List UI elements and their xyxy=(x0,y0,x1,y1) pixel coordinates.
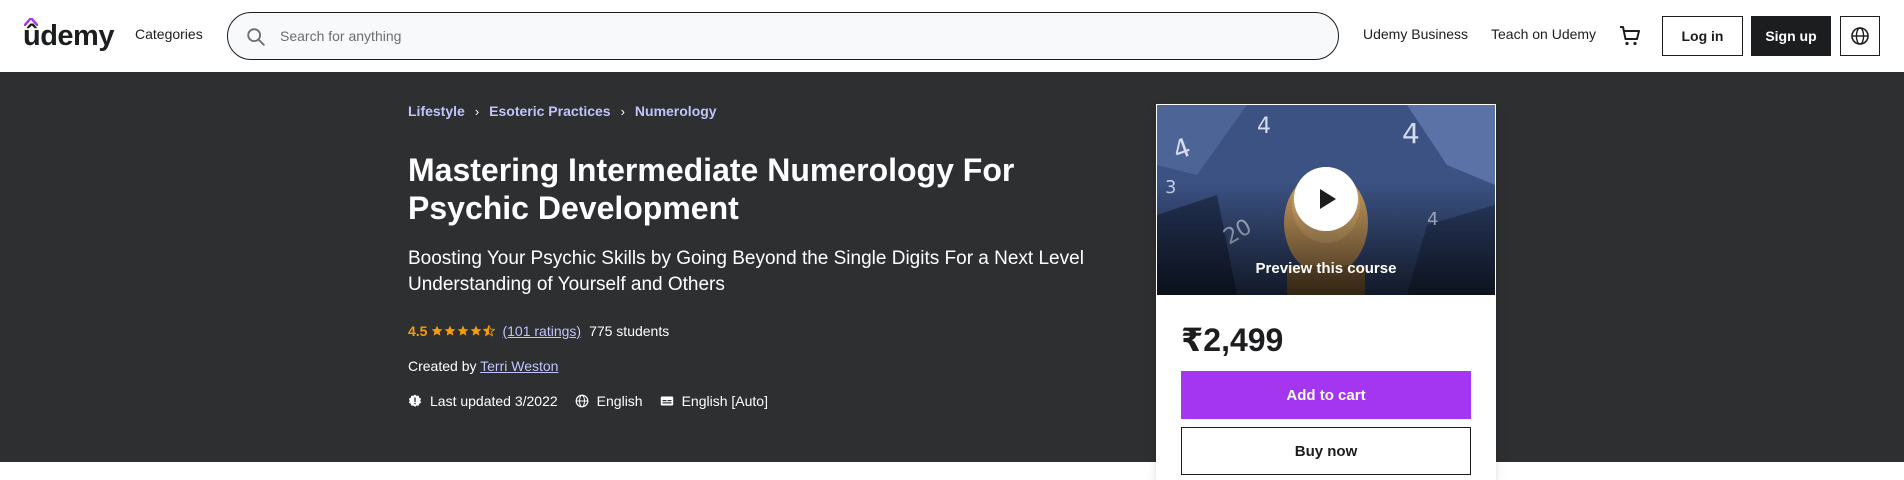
search-bar xyxy=(227,12,1339,60)
udemy-logo[interactable]: ûdemy xyxy=(23,18,114,54)
star-icon xyxy=(445,325,456,336)
chevron-right-icon: › xyxy=(620,103,625,119)
language-text: English xyxy=(596,393,643,409)
globe-icon xyxy=(1851,27,1869,45)
login-button[interactable]: Log in xyxy=(1662,16,1743,56)
buy-now-button[interactable]: Buy now xyxy=(1181,427,1471,475)
play-icon xyxy=(1320,189,1336,209)
half-star-icon xyxy=(483,325,496,337)
purchase-card: 4 4 4 3 20 4 Preview this course ₹2,499 … xyxy=(1156,104,1496,480)
preview-label: Preview this course xyxy=(1255,260,1397,277)
course-meta-row: Last updated 3/2022 English English [Aut… xyxy=(408,393,785,409)
created-by: Created by Terri Weston xyxy=(408,358,558,374)
signup-button[interactable]: Sign up xyxy=(1751,16,1831,56)
categories-menu[interactable]: Categories xyxy=(135,26,203,42)
star-icon xyxy=(432,325,443,336)
breadcrumb: Lifestyle › Esoteric Practices › Numerol… xyxy=(408,103,717,119)
ratings-count-link[interactable]: (101 ratings) xyxy=(502,323,581,339)
teach-on-udemy-link[interactable]: Teach on Udemy xyxy=(1491,26,1596,42)
play-button[interactable] xyxy=(1294,167,1358,231)
closed-captions-icon xyxy=(660,396,673,406)
add-to-cart-button[interactable]: Add to cart xyxy=(1181,371,1471,419)
captions-text: English [Auto] xyxy=(681,393,768,409)
alert-badge-icon xyxy=(408,394,422,407)
course-subtitle: Boosting Your Psychic Skills by Going Be… xyxy=(408,248,1084,295)
top-navbar: ûdemy Categories Udemy Business Teach on… xyxy=(0,0,1904,72)
chevron-right-icon: › xyxy=(474,103,480,119)
rating-value: 4.5 xyxy=(408,323,428,339)
breadcrumb-item-numerology[interactable]: Numerology xyxy=(635,103,717,119)
course-captions: English [Auto] xyxy=(660,393,768,409)
students-count: 775 students xyxy=(589,323,670,339)
created-by-label: Created by xyxy=(408,358,477,374)
cart-icon[interactable] xyxy=(1618,24,1642,48)
udemy-business-link[interactable]: Udemy Business xyxy=(1363,26,1468,42)
breadcrumb-item-lifestyle[interactable]: Lifestyle xyxy=(408,103,465,119)
course-language: English xyxy=(575,393,643,409)
last-updated-text: Last updated 3/2022 xyxy=(430,393,558,409)
rating-stars xyxy=(431,325,496,337)
course-price: ₹2,499 xyxy=(1181,322,1284,358)
star-icon xyxy=(458,325,469,336)
language-button[interactable] xyxy=(1840,16,1880,56)
last-updated: Last updated 3/2022 xyxy=(408,393,558,409)
search-icon[interactable] xyxy=(245,26,267,48)
instructor-link[interactable]: Terri Weston xyxy=(480,358,558,374)
course-preview[interactable]: 4 4 4 3 20 4 Preview this course xyxy=(1157,105,1495,295)
course-title: Mastering Intermediate Numerology For Ps… xyxy=(408,152,1015,226)
search-input[interactable] xyxy=(280,13,1320,59)
breadcrumb-item-esoteric-practices[interactable]: Esoteric Practices xyxy=(489,103,610,119)
star-icon xyxy=(471,325,482,336)
globe-icon xyxy=(575,394,589,408)
rating-row: 4.5 (101 ratings) 775 students xyxy=(408,323,669,339)
